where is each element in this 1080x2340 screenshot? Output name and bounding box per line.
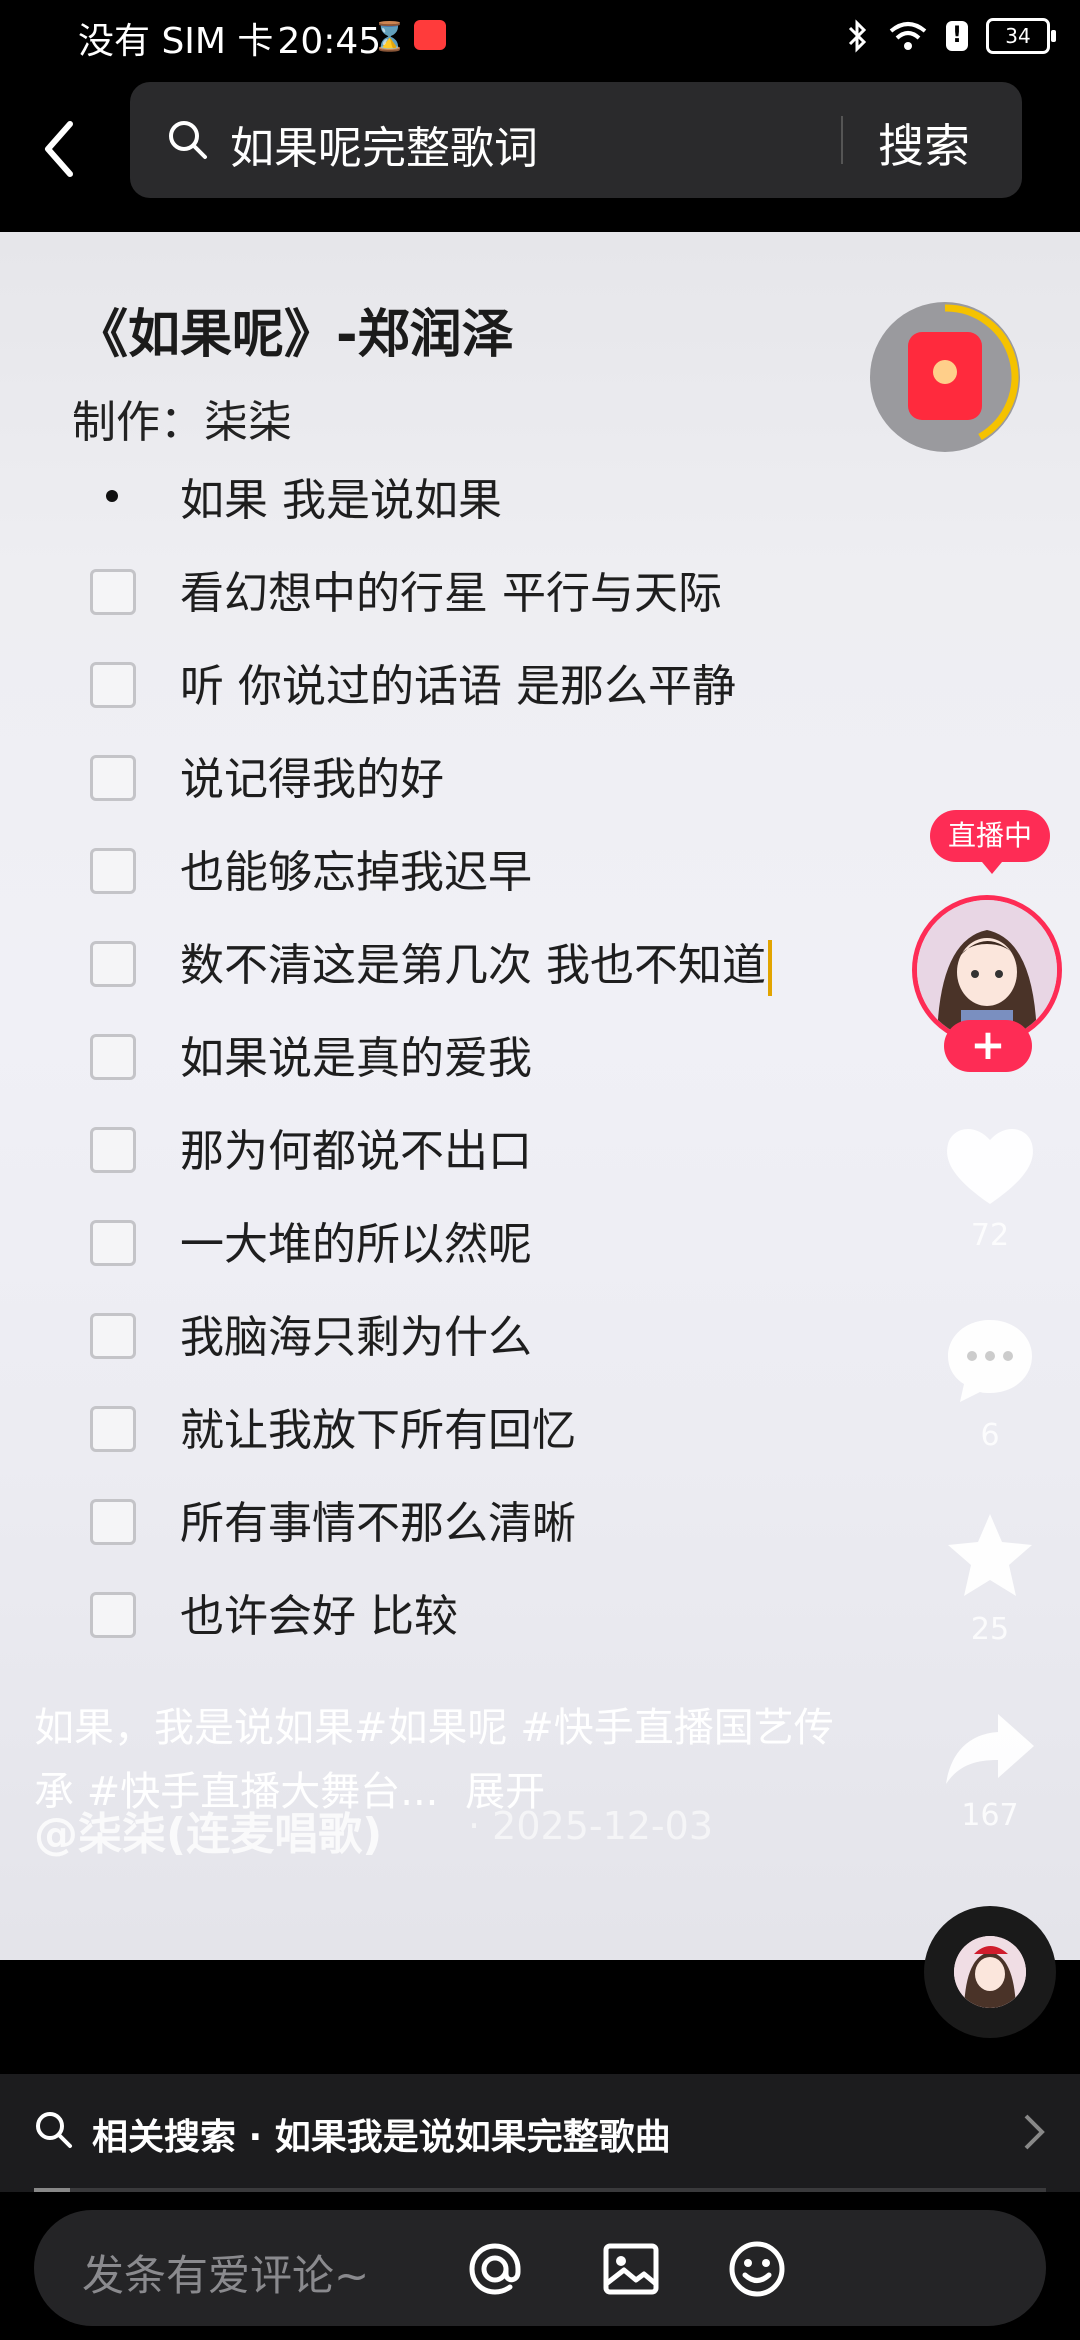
checkbox-icon: [90, 1127, 136, 1173]
search-header: 如果呢完整歌词 搜索: [0, 76, 1080, 232]
search-query[interactable]: 如果呢完整歌词: [230, 112, 538, 176]
battery-icon: 34: [986, 18, 1056, 54]
lyric-bullet-row: 如果 我是说如果: [0, 464, 900, 544]
comment-count: 6: [980, 1418, 1000, 1453]
lyrics-title: 《如果呢》-郑润泽: [76, 305, 514, 365]
lyric-line: 就让我放下所有回忆: [180, 1405, 576, 1456]
lyric-checkbox-row: 如果说是真的爱我: [0, 1022, 900, 1102]
checkbox-icon: [90, 941, 136, 987]
search-icon: [169, 121, 207, 159]
music-disc[interactable]: [924, 1906, 1056, 2038]
share-action[interactable]: 167: [930, 1708, 1050, 1833]
search-icon: [36, 2112, 72, 2148]
lyric-checkbox-row: 也能够忘掉我迟早: [0, 836, 900, 916]
share-arrow-icon: [946, 1714, 1034, 1784]
lyric-line: 一大堆的所以然呢: [180, 1219, 532, 1270]
favorite-action[interactable]: 25: [930, 1510, 1050, 1647]
follow-button[interactable]: +: [944, 1020, 1032, 1072]
envelope-seal: [933, 360, 957, 384]
status-carrier-time: 没有 SIM 卡 20:45: [78, 12, 381, 64]
red-packet-button[interactable]: [870, 302, 1020, 452]
bullet-icon: [106, 490, 118, 502]
lyric-checkbox-row: 就让我放下所有回忆: [0, 1394, 900, 1474]
checkbox-icon: [90, 1499, 136, 1545]
lyric-line: 所有事情不那么清晰: [180, 1498, 576, 1549]
alert-icon: !: [946, 21, 968, 51]
like-action[interactable]: 72: [930, 1122, 1050, 1253]
lyric-line: 看幻想中的行星 平行与天际: [180, 568, 722, 619]
avatar-image: [954, 1936, 1026, 2008]
lyric-line: 也能够忘掉我迟早: [180, 847, 532, 898]
battery-level: 34: [1005, 24, 1031, 48]
favorite-count: 25: [970, 1612, 1010, 1647]
comment-bubble-icon: [948, 1320, 1032, 1402]
lyric-checkbox-row: 看幻想中的行星 平行与天际: [0, 557, 900, 637]
lyric-checkbox-row: 听 你说过的话语 是那么平静: [0, 650, 900, 730]
related-search-label: 相关搜索 · 如果我是说如果完整歌曲: [92, 2117, 671, 2158]
video-progress-fill: [34, 2188, 70, 2192]
checkbox-icon: [90, 848, 136, 894]
comment-placeholder: 发条有爱评论~: [82, 2251, 370, 2300]
carrier-label: 没有 SIM 卡: [78, 21, 274, 62]
lyric-line: 听 你说过的话语 是那么平静: [180, 661, 736, 712]
comment-input[interactable]: 发条有爱评论~: [34, 2210, 1046, 2326]
live-badge[interactable]: 直播中: [930, 810, 1050, 874]
search-button[interactable]: 搜索: [878, 110, 970, 176]
checkbox-icon: [90, 1406, 136, 1452]
search-divider: [841, 116, 843, 164]
star-icon: [948, 1514, 1032, 1596]
search-input[interactable]: 如果呢完整歌词 搜索: [130, 82, 1022, 198]
music-disc-avatar: [954, 1936, 1026, 2008]
lyric-checkbox-row: 也许会好 比较: [0, 1580, 900, 1660]
emoji-icon[interactable]: [726, 2238, 788, 2300]
lyric-line: 那为何都说不出口: [180, 1126, 532, 1177]
status-icons: ! 34: [846, 14, 1056, 58]
lyric-checkbox-row: 数不清这是第几次 我也不知道: [0, 929, 900, 1009]
lyric-checkbox-row: 我脑海只剩为什么: [0, 1301, 900, 1381]
lyric-line-with-caret: 数不清这是第几次 我也不知道: [180, 929, 772, 996]
red-envelope-icon: [908, 332, 982, 420]
like-count: 72: [970, 1218, 1010, 1253]
text-caret: [768, 940, 772, 996]
caption-text[interactable]: 如果，我是说如果#如果呢 #快手直播国艺传承 #快手直播大舞台... 展开: [34, 1696, 854, 1824]
expand-link[interactable]: 展开: [465, 1769, 545, 1815]
checkbox-icon: [90, 569, 136, 615]
lyric-checkbox-row: 那为何都说不出口: [0, 1115, 900, 1195]
app-notification-icon: [414, 20, 446, 50]
lyric-line: 也许会好 比较: [180, 1591, 458, 1642]
share-count: 167: [961, 1798, 1019, 1833]
lyric-line: 说记得我的好: [180, 754, 444, 805]
hourglass-icon: ⌛: [372, 20, 407, 53]
chevron-right-icon: [1024, 2114, 1045, 2150]
lyric-checkbox-row: 说记得我的好: [0, 743, 900, 823]
checkbox-icon: [90, 1034, 136, 1080]
lyric-checkbox-row: 一大堆的所以然呢: [0, 1208, 900, 1288]
at-mention-icon[interactable]: [464, 2238, 526, 2300]
lyric-checkbox-row: 所有事情不那么清晰: [0, 1487, 900, 1567]
back-arrow-icon[interactable]: [36, 114, 86, 184]
bluetooth-icon: [848, 19, 867, 53]
image-icon[interactable]: [600, 2238, 662, 2300]
checkbox-icon: [90, 755, 136, 801]
heart-icon: [947, 1128, 1033, 1204]
lyric-line: 数不清这是第几次 我也不知道: [180, 940, 766, 991]
avatar-image: [917, 900, 1057, 1040]
related-search-bar[interactable]: 相关搜索 · 如果我是说如果完整歌曲: [0, 2074, 1080, 2192]
checkbox-icon: [90, 662, 136, 708]
checkbox-icon: [90, 1220, 136, 1266]
lyrics-author: 制作：柒柒: [72, 397, 292, 448]
lyric-line: 如果 我是说如果: [180, 475, 502, 526]
caption-body: 如果，我是说如果#如果呢 #快手直播国艺传承 #快手直播大舞台...: [34, 1705, 834, 1815]
status-bar: 没有 SIM 卡 20:45 ⌛ ! 34: [0, 0, 1080, 76]
comment-action[interactable]: 6: [930, 1316, 1050, 1453]
checkbox-icon: [90, 1313, 136, 1359]
lyric-line: 我脑海只剩为什么: [180, 1312, 532, 1363]
checkbox-icon: [90, 1592, 136, 1638]
clock: 20:45: [277, 21, 382, 62]
video-progress-bar[interactable]: [34, 2188, 1046, 2192]
wifi-icon: [889, 22, 927, 50]
lyric-line: 如果说是真的爱我: [180, 1033, 532, 1084]
